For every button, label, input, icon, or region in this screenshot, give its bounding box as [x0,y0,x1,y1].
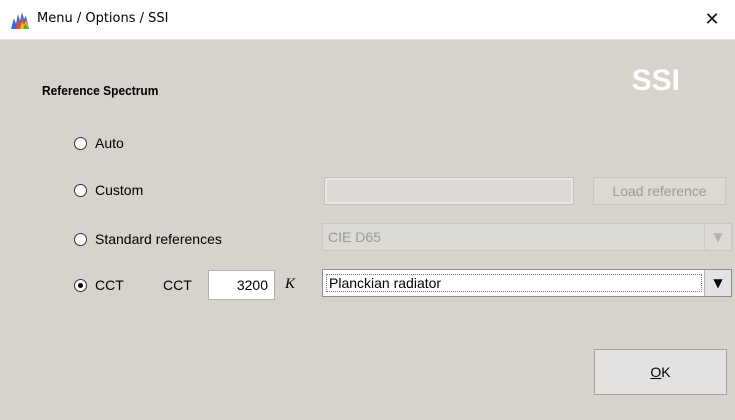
close-icon: ✕ [704,9,720,30]
dialog-content: SSI Reference Spectrum Auto Custom Load … [0,40,735,420]
standard-reference-select[interactable]: CIE D65 ▼ [322,223,732,251]
radio-button-custom[interactable] [74,183,87,197]
radio-standard[interactable]: Standard references [74,231,222,247]
radio-button-auto[interactable] [74,136,87,150]
chevron-down-icon: ▼ [704,270,731,296]
app-spectrum-icon [10,10,30,30]
close-button[interactable]: ✕ [689,0,735,39]
cct-unit-label: K [285,276,296,292]
section-title: Reference Spectrum [42,83,159,98]
radio-cct-label: CCT [95,277,124,293]
radio-custom[interactable]: Custom [74,182,143,198]
custom-reference-field[interactable] [324,177,574,205]
cct-field-label: CCT [163,277,192,293]
title-bar: Menu / Options / SSI ✕ [0,0,735,40]
radiator-value: Planckian radiator [326,274,702,292]
ok-button[interactable]: OK [594,349,727,395]
radio-standard-label: Standard references [95,231,222,247]
radio-button-cct[interactable] [74,278,87,292]
cct-value-input[interactable]: 3200 [208,270,275,300]
window-title: Menu / Options / SSI [37,11,169,26]
brand-label: SSI [631,64,680,97]
radio-button-standard[interactable] [74,232,87,246]
radiator-select[interactable]: Planckian radiator ▼ [322,269,732,297]
chevron-down-icon: ▼ [704,224,731,250]
radio-auto[interactable]: Auto [74,135,124,151]
ok-mnemonic: O [650,364,662,380]
radio-auto-label: Auto [95,135,124,151]
ok-label-rest: K [661,364,671,380]
load-reference-button[interactable]: Load reference [593,177,726,205]
radio-custom-label: Custom [95,182,144,198]
standard-reference-value: CIE D65 [328,229,381,245]
radio-cct[interactable]: CCT [74,277,124,293]
